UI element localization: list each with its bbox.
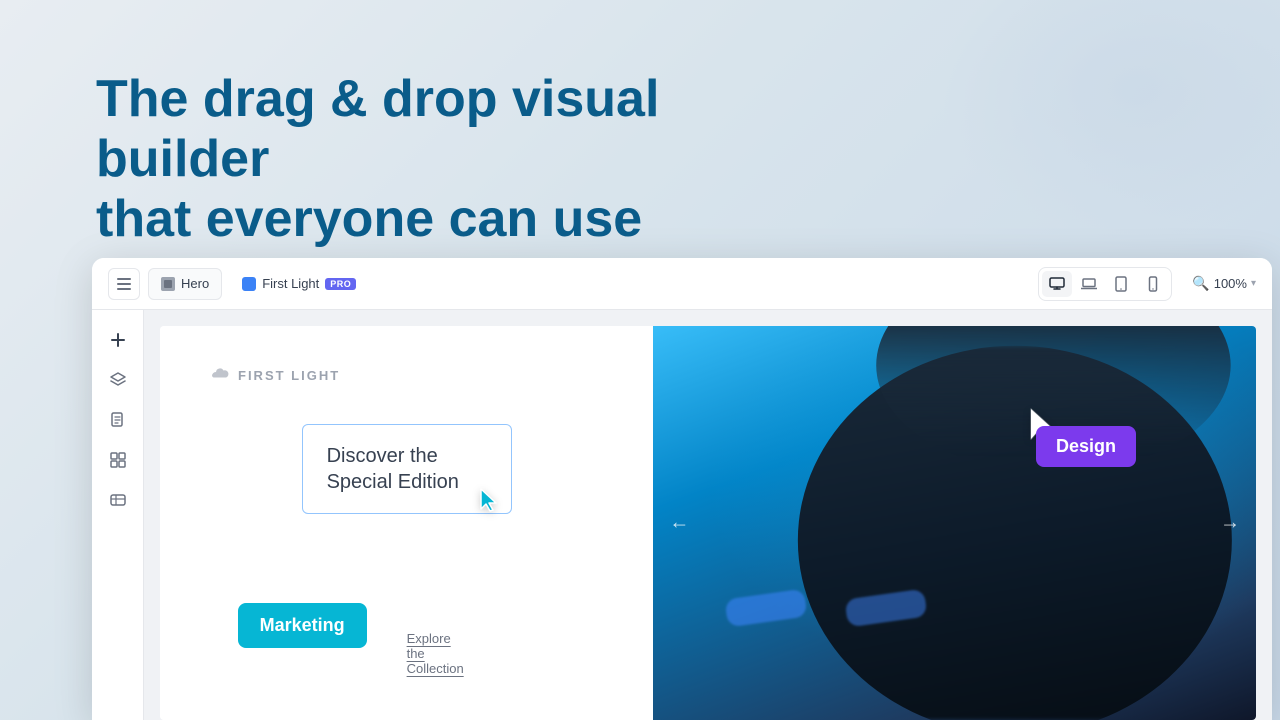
builder-ui: Hero First Light PRO	[92, 258, 1272, 720]
explore-link[interactable]: Explore the Collection	[407, 631, 464, 676]
project-tab[interactable]: First Light PRO	[230, 268, 368, 300]
builder-content: FIRST LIGHT Discover the Special Edition	[92, 310, 1272, 720]
viewport-controls	[1038, 267, 1172, 301]
project-icon	[242, 277, 256, 291]
menu-button[interactable]	[108, 268, 140, 300]
desktop-viewport-btn[interactable]	[1042, 271, 1072, 297]
brand-logo: FIRST LIGHT	[208, 366, 340, 384]
add-element-button[interactable]	[100, 322, 136, 358]
page-icon	[161, 277, 175, 291]
discover-box[interactable]: Discover the Special Edition	[302, 424, 512, 514]
zoom-icon: 🔍	[1192, 275, 1209, 292]
hamburger-icon	[117, 278, 131, 290]
hero-section: The drag & drop visual builder that ever…	[96, 70, 696, 249]
tablet-viewport-btn[interactable]	[1106, 271, 1136, 297]
media-button[interactable]	[100, 482, 136, 518]
zoom-control[interactable]: 🔍 100% ▾	[1192, 275, 1256, 292]
brand-name: FIRST LIGHT	[238, 368, 340, 383]
brand-icon	[208, 366, 230, 384]
discover-text: Discover the Special Edition	[327, 445, 459, 493]
sidebar	[92, 310, 144, 720]
pro-badge: PRO	[325, 278, 356, 290]
pages-button[interactable]	[100, 402, 136, 438]
hero-tab[interactable]: Hero	[148, 268, 222, 300]
design-badge: Design	[1036, 426, 1136, 467]
components-button[interactable]	[100, 442, 136, 478]
mobile-viewport-btn[interactable]	[1138, 271, 1168, 297]
laptop-viewport-btn[interactable]	[1074, 271, 1104, 297]
layers-button[interactable]	[100, 362, 136, 398]
canvas-area: FIRST LIGHT Discover the Special Edition	[144, 310, 1272, 720]
nav-prev-button[interactable]: ←	[669, 512, 689, 535]
cursor-icon-inside	[477, 487, 501, 515]
bg-decoration	[940, 0, 1280, 240]
canvas-left-panel: FIRST LIGHT Discover the Special Edition	[160, 326, 653, 720]
marketing-badge: Marketing	[238, 603, 367, 648]
hero-title: The drag & drop visual builder that ever…	[96, 70, 696, 249]
zoom-chevron-icon: ▾	[1251, 278, 1256, 289]
nav-next-button[interactable]: →	[1220, 512, 1240, 535]
canvas-frame: FIRST LIGHT Discover the Special Edition	[160, 326, 1256, 720]
toolbar: Hero First Light PRO	[92, 258, 1272, 310]
canvas-right-panel: ← → Design	[653, 326, 1256, 720]
